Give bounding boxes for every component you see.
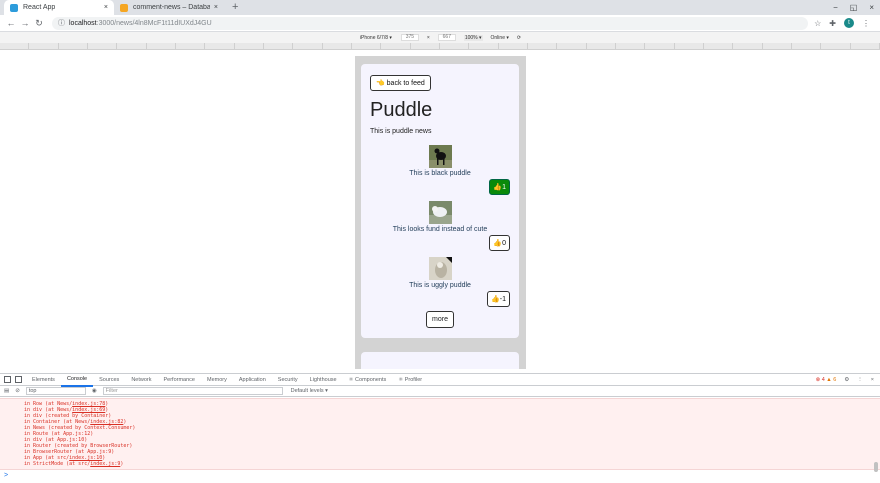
news-card: 👈 back to feed Puddle This is puddle new…: [361, 64, 519, 338]
news-title: Puddle: [370, 99, 433, 121]
extensions-icon[interactable]: ✚: [829, 19, 836, 28]
comment-item: This looks fund instead of cute 👍0: [370, 201, 510, 257]
react-favicon-icon: [10, 3, 18, 12]
url-path: :3000/news/4ln8McF1t11dIUXdJ4GU: [96, 19, 212, 27]
white-puddle-photo: [428, 201, 452, 224]
tab-console[interactable]: Console: [60, 373, 94, 387]
tab-title: React App: [23, 4, 56, 11]
new-tab-button[interactable]: +: [224, 0, 246, 15]
tab-security[interactable]: Security: [272, 374, 304, 386]
page-viewport: 👈 back to feed Puddle This is puddle new…: [0, 50, 880, 369]
rotate-icon[interactable]: ⟳: [517, 35, 521, 41]
tab-application[interactable]: Application: [233, 374, 272, 386]
back-to-feed-button[interactable]: 👈 back to feed: [370, 75, 431, 91]
settings-gear-icon[interactable]: ⚙: [844, 377, 849, 383]
log-levels-select[interactable]: Default levels ▾: [291, 388, 328, 394]
viewport-width-input[interactable]: 375: [400, 34, 419, 41]
browser-toolbar: ← → ↻ ⓘ localhost :3000/news/4ln8McF1t11…: [0, 15, 880, 32]
news-description: This is puddle news: [370, 128, 432, 135]
inspect-element-icon[interactable]: [4, 376, 11, 383]
tab-title: comment-news – Databa: [133, 4, 210, 11]
sidebar-toggle-icon[interactable]: ▤: [4, 388, 9, 394]
window-controls: − ◱ ×: [833, 0, 874, 15]
maximize-icon[interactable]: ◱: [850, 0, 858, 15]
tab-close-icon[interactable]: ×: [104, 4, 108, 11]
viewport-height-input[interactable]: 667: [437, 34, 456, 41]
forward-arrow-icon[interactable]: →: [18, 18, 32, 28]
devtools-panel: Elements Console Sources Network Perform…: [0, 373, 880, 483]
error-count: 4: [821, 376, 825, 383]
devtools-close-icon[interactable]: ×: [871, 377, 874, 383]
tab-lighthouse[interactable]: Lighthouse: [304, 374, 343, 386]
console-prompt[interactable]: >: [4, 472, 8, 479]
device-select[interactable]: iPhone 6/7/8 ▾: [359, 34, 393, 42]
minimize-icon[interactable]: −: [833, 0, 838, 15]
more-button[interactable]: more: [426, 311, 454, 328]
media-query-ruler[interactable]: [0, 43, 880, 50]
network-throttle-select[interactable]: Online ▾: [491, 35, 509, 41]
tab-performance[interactable]: Performance: [157, 374, 201, 386]
address-bar[interactable]: ⓘ localhost :3000/news/4ln8McF1t11dIUXdJ…: [52, 16, 809, 30]
context-select[interactable]: top: [25, 387, 86, 395]
back-arrow-icon[interactable]: ←: [4, 18, 18, 28]
firebase-favicon-icon: [120, 3, 128, 12]
comment-text: This looks fund instead of cute: [392, 226, 488, 233]
devtools-menu-icon[interactable]: ⋮: [857, 377, 863, 383]
tab-network[interactable]: Network: [125, 374, 157, 386]
bookmark-star-icon[interactable]: ☆: [814, 19, 821, 28]
profile-avatar[interactable]: t: [844, 18, 854, 28]
browser-menu-icon[interactable]: ⋮: [862, 19, 870, 28]
reload-icon[interactable]: ↻: [32, 18, 46, 29]
window-close-icon[interactable]: ×: [869, 0, 874, 15]
browser-tab-firebase[interactable]: comment-news – Databa ×: [114, 0, 224, 15]
tab-profiler[interactable]: ⚛ Profiler: [392, 374, 428, 386]
like-button[interactable]: 👍-1: [487, 291, 510, 307]
warning-icon: ▲: [826, 376, 832, 383]
url-host: localhost: [69, 19, 97, 27]
zoom-select[interactable]: 100% ▾: [463, 34, 483, 41]
tab-elements[interactable]: Elements: [26, 374, 61, 386]
console-output: in Row (at News/index.js:78) in div (at N…: [0, 398, 880, 470]
next-news-card: [361, 352, 519, 369]
ugly-puddle-photo: [428, 257, 452, 280]
black-puddle-photo: [428, 145, 452, 168]
tab-components[interactable]: ⚛ Components: [343, 374, 393, 386]
device-toggle-icon[interactable]: [15, 376, 22, 383]
source-link[interactable]: index.js:9: [90, 461, 120, 467]
comment-text: This is black puddle: [409, 170, 471, 177]
dimension-separator: ×: [426, 34, 430, 41]
error-icon: ⊗: [815, 376, 821, 383]
live-expression-eye-icon[interactable]: ◉: [92, 388, 97, 394]
tab-sources[interactable]: Sources: [93, 374, 125, 386]
console-scrollbar[interactable]: [874, 462, 878, 472]
like-button[interactable]: 👍1: [489, 179, 510, 195]
console-error-line: in StrictMode (at src/index.js:9): [24, 461, 124, 467]
comment-text: This is uggly puddle: [409, 282, 471, 289]
site-info-icon[interactable]: ⓘ: [58, 18, 65, 28]
comment-item: This is uggly puddle 👍-1: [370, 257, 510, 311]
devtools-tab-bar: Elements Console Sources Network Perform…: [0, 373, 880, 387]
tab-close-icon[interactable]: ×: [214, 4, 218, 11]
device-toolbar: iPhone 6/7/8 ▾ 375 × 667 100% ▾ Online ▾…: [0, 32, 880, 43]
mobile-device-frame: 👈 back to feed Puddle This is puddle new…: [355, 56, 526, 369]
tab-memory[interactable]: Memory: [201, 374, 233, 386]
console-filter-input[interactable]: Filter: [102, 387, 283, 395]
browser-tab-strip: React App × comment-news – Databa × + − …: [0, 0, 880, 15]
warning-count: 6: [833, 376, 837, 383]
issue-counts[interactable]: ⊗ 4 ▲ 6: [816, 377, 837, 383]
browser-tab-react-app[interactable]: React App ×: [4, 0, 114, 15]
like-button[interactable]: 👍0: [489, 235, 510, 251]
clear-console-icon[interactable]: ⊘: [15, 388, 20, 394]
console-toolbar: ▤ ⊘ top ◉ Filter Default levels ▾: [0, 386, 880, 397]
comment-item: This is black puddle 👍1: [370, 145, 510, 201]
